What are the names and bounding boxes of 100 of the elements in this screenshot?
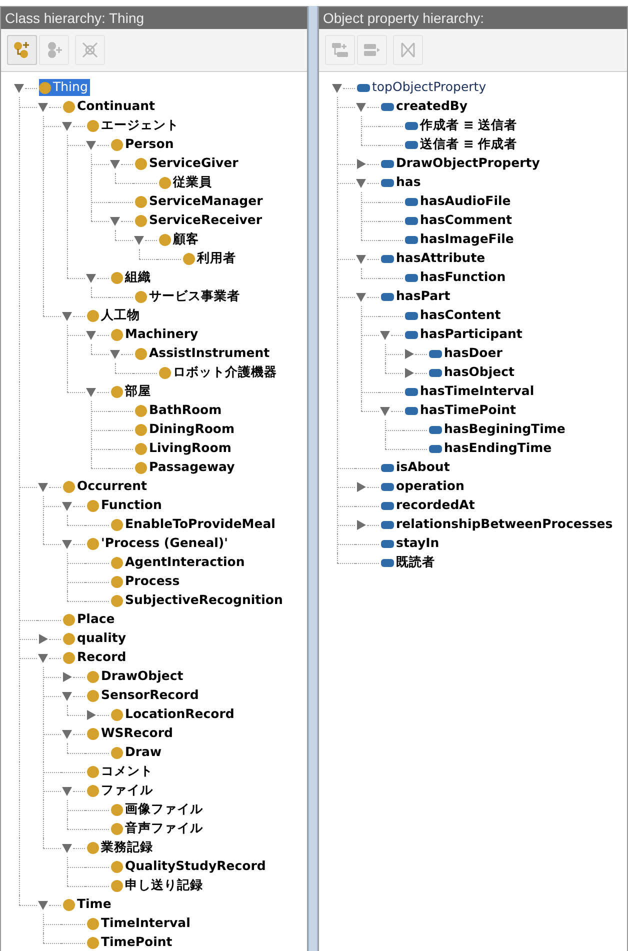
tree-item[interactable]: hasContent xyxy=(405,307,503,324)
tree-item[interactable]: ServiceGiver xyxy=(135,155,240,172)
tree-item[interactable]: LocationRecord xyxy=(111,706,236,723)
collapse-triangle-right-icon[interactable] xyxy=(355,480,367,492)
collapse-triangle-right-icon[interactable] xyxy=(355,158,367,170)
tree-item[interactable]: Continuant xyxy=(63,98,158,115)
expand-triangle-down-icon[interactable] xyxy=(61,500,73,512)
tree-item[interactable]: 業務記録 xyxy=(87,839,155,856)
expand-triangle-down-icon[interactable] xyxy=(109,158,121,170)
tree-item[interactable]: コメント xyxy=(87,763,155,780)
tree-item[interactable]: operation xyxy=(381,478,466,495)
tree-item[interactable]: 人工物 xyxy=(87,307,142,324)
tree-item[interactable]: 利用者 xyxy=(183,250,238,267)
tree-item[interactable]: QualityStudyRecord xyxy=(111,858,268,875)
tree-item[interactable]: hasObject xyxy=(429,364,516,381)
tree-item[interactable]: hasEndingTime xyxy=(429,440,554,457)
tree-item[interactable]: ファイル xyxy=(87,782,155,799)
tree-item[interactable]: 既読者 xyxy=(381,554,437,571)
collapse-triangle-right-icon[interactable] xyxy=(85,708,97,720)
tree-item[interactable]: AssistInstrument xyxy=(135,345,272,362)
expand-triangle-down-icon[interactable] xyxy=(37,100,49,112)
expand-triangle-down-icon[interactable] xyxy=(379,328,391,340)
tree-item[interactable]: stayIn xyxy=(381,535,442,552)
toolbar-button[interactable] xyxy=(7,35,37,65)
tree-item[interactable]: Record xyxy=(63,649,128,666)
tree-item[interactable]: サービス事業者 xyxy=(135,288,242,305)
tree-item[interactable]: Draw xyxy=(111,744,164,761)
tree-item[interactable]: hasComment xyxy=(405,212,514,229)
expand-triangle-down-icon[interactable] xyxy=(355,290,367,302)
tree-item[interactable]: AgentInteraction xyxy=(111,554,247,571)
tree-item[interactable]: Machinery xyxy=(111,326,200,343)
tree-item[interactable]: relationshipBetweenProcesses xyxy=(381,516,615,533)
tree-item[interactable]: hasTimePoint xyxy=(405,402,518,419)
tree-item[interactable]: Process xyxy=(111,573,182,590)
tree-item[interactable]: LivingRoom xyxy=(135,440,234,457)
tree-item[interactable]: DrawObject xyxy=(87,668,186,685)
tree-item[interactable]: Time xyxy=(63,896,114,913)
tree-item[interactable]: Person xyxy=(111,136,176,153)
tree-item[interactable]: hasTimeInterval xyxy=(405,383,536,400)
expand-triangle-down-icon[interactable] xyxy=(355,100,367,112)
tree-item[interactable]: 送信者 ≡ 作成者 xyxy=(405,136,520,153)
collapse-triangle-right-icon[interactable] xyxy=(37,632,49,644)
tree-item[interactable]: hasAudioFile xyxy=(405,193,513,210)
expand-triangle-down-icon[interactable] xyxy=(61,538,73,550)
expand-triangle-down-icon[interactable] xyxy=(109,214,121,226)
tree-item[interactable]: isAbout xyxy=(381,459,452,476)
expand-triangle-down-icon[interactable] xyxy=(355,176,367,188)
tree-item[interactable]: TimePoint xyxy=(87,934,174,951)
tree-item[interactable]: 音声ファイル xyxy=(111,820,205,837)
tree-item[interactable]: Occurrent xyxy=(63,478,150,495)
expand-triangle-down-icon[interactable] xyxy=(61,310,73,322)
expand-triangle-down-icon[interactable] xyxy=(61,120,73,132)
tree-item[interactable]: 'Process (Geneal)' xyxy=(87,535,230,552)
tree-item[interactable]: EnableToProvideMeal xyxy=(111,516,278,533)
tree-item[interactable]: TimeInterval xyxy=(87,915,192,932)
tree-item[interactable]: Passageway xyxy=(135,459,237,476)
tree-item[interactable]: DiningRoom xyxy=(135,421,237,438)
tree-item[interactable]: 作成者 ≡ 送信者 xyxy=(405,117,520,134)
tree-item[interactable]: ロボット介護機器 xyxy=(159,364,279,381)
tree-item[interactable]: has xyxy=(381,174,423,191)
tree-item[interactable]: hasParticipant xyxy=(405,326,524,343)
tree-item[interactable]: SensorRecord xyxy=(87,687,201,704)
expand-triangle-down-icon[interactable] xyxy=(85,272,97,284)
tree-item[interactable]: エージェント xyxy=(87,117,181,134)
tree-item[interactable]: ServiceReceiver xyxy=(135,212,264,229)
tree-item[interactable]: DrawObjectProperty xyxy=(381,155,542,172)
collapse-triangle-right-icon[interactable] xyxy=(61,670,73,682)
tree-item[interactable]: hasBeginingTime xyxy=(429,421,568,438)
expand-triangle-down-icon[interactable] xyxy=(85,138,97,150)
expand-triangle-down-icon[interactable] xyxy=(85,328,97,340)
tree-item[interactable]: 従業員 xyxy=(159,174,214,191)
tree-item[interactable]: hasFunction xyxy=(405,269,508,286)
tree-item[interactable]: hasPart xyxy=(381,288,452,305)
tree-item[interactable]: quality xyxy=(63,630,128,647)
expand-triangle-down-icon[interactable] xyxy=(85,386,97,398)
expand-triangle-down-icon[interactable] xyxy=(61,842,73,854)
tree-item[interactable]: SubjectiveRecognition xyxy=(111,592,285,609)
tree-item[interactable]: 申し送り記録 xyxy=(111,877,205,894)
expand-triangle-down-icon[interactable] xyxy=(61,784,73,796)
tree-item[interactable]: Place xyxy=(63,611,117,628)
tree-item[interactable]: hasDoer xyxy=(429,345,504,362)
expand-triangle-down-icon[interactable] xyxy=(37,652,49,664)
expand-triangle-down-icon[interactable] xyxy=(13,82,25,94)
tree-item[interactable]: 顧客 xyxy=(159,231,201,248)
expand-triangle-down-icon[interactable] xyxy=(331,82,343,94)
expand-triangle-down-icon[interactable] xyxy=(133,234,145,246)
tree-item[interactable]: ServiceManager xyxy=(135,193,265,210)
tree-item[interactable]: BathRoom xyxy=(135,402,224,419)
collapse-triangle-right-icon[interactable] xyxy=(355,518,367,530)
expand-triangle-down-icon[interactable] xyxy=(61,690,73,702)
tree-item[interactable]: 組織 xyxy=(111,269,153,286)
expand-triangle-down-icon[interactable] xyxy=(37,480,49,492)
collapse-triangle-right-icon[interactable] xyxy=(403,348,415,360)
expand-triangle-down-icon[interactable] xyxy=(379,404,391,416)
expand-triangle-down-icon[interactable] xyxy=(109,348,121,360)
collapse-triangle-right-icon[interactable] xyxy=(403,366,415,378)
expand-triangle-down-icon[interactable] xyxy=(355,252,367,264)
tree-item[interactable]: 部屋 xyxy=(111,383,153,400)
tree-item[interactable]: Function xyxy=(87,497,164,514)
tree-item[interactable]: 画像ファイル xyxy=(111,801,205,818)
